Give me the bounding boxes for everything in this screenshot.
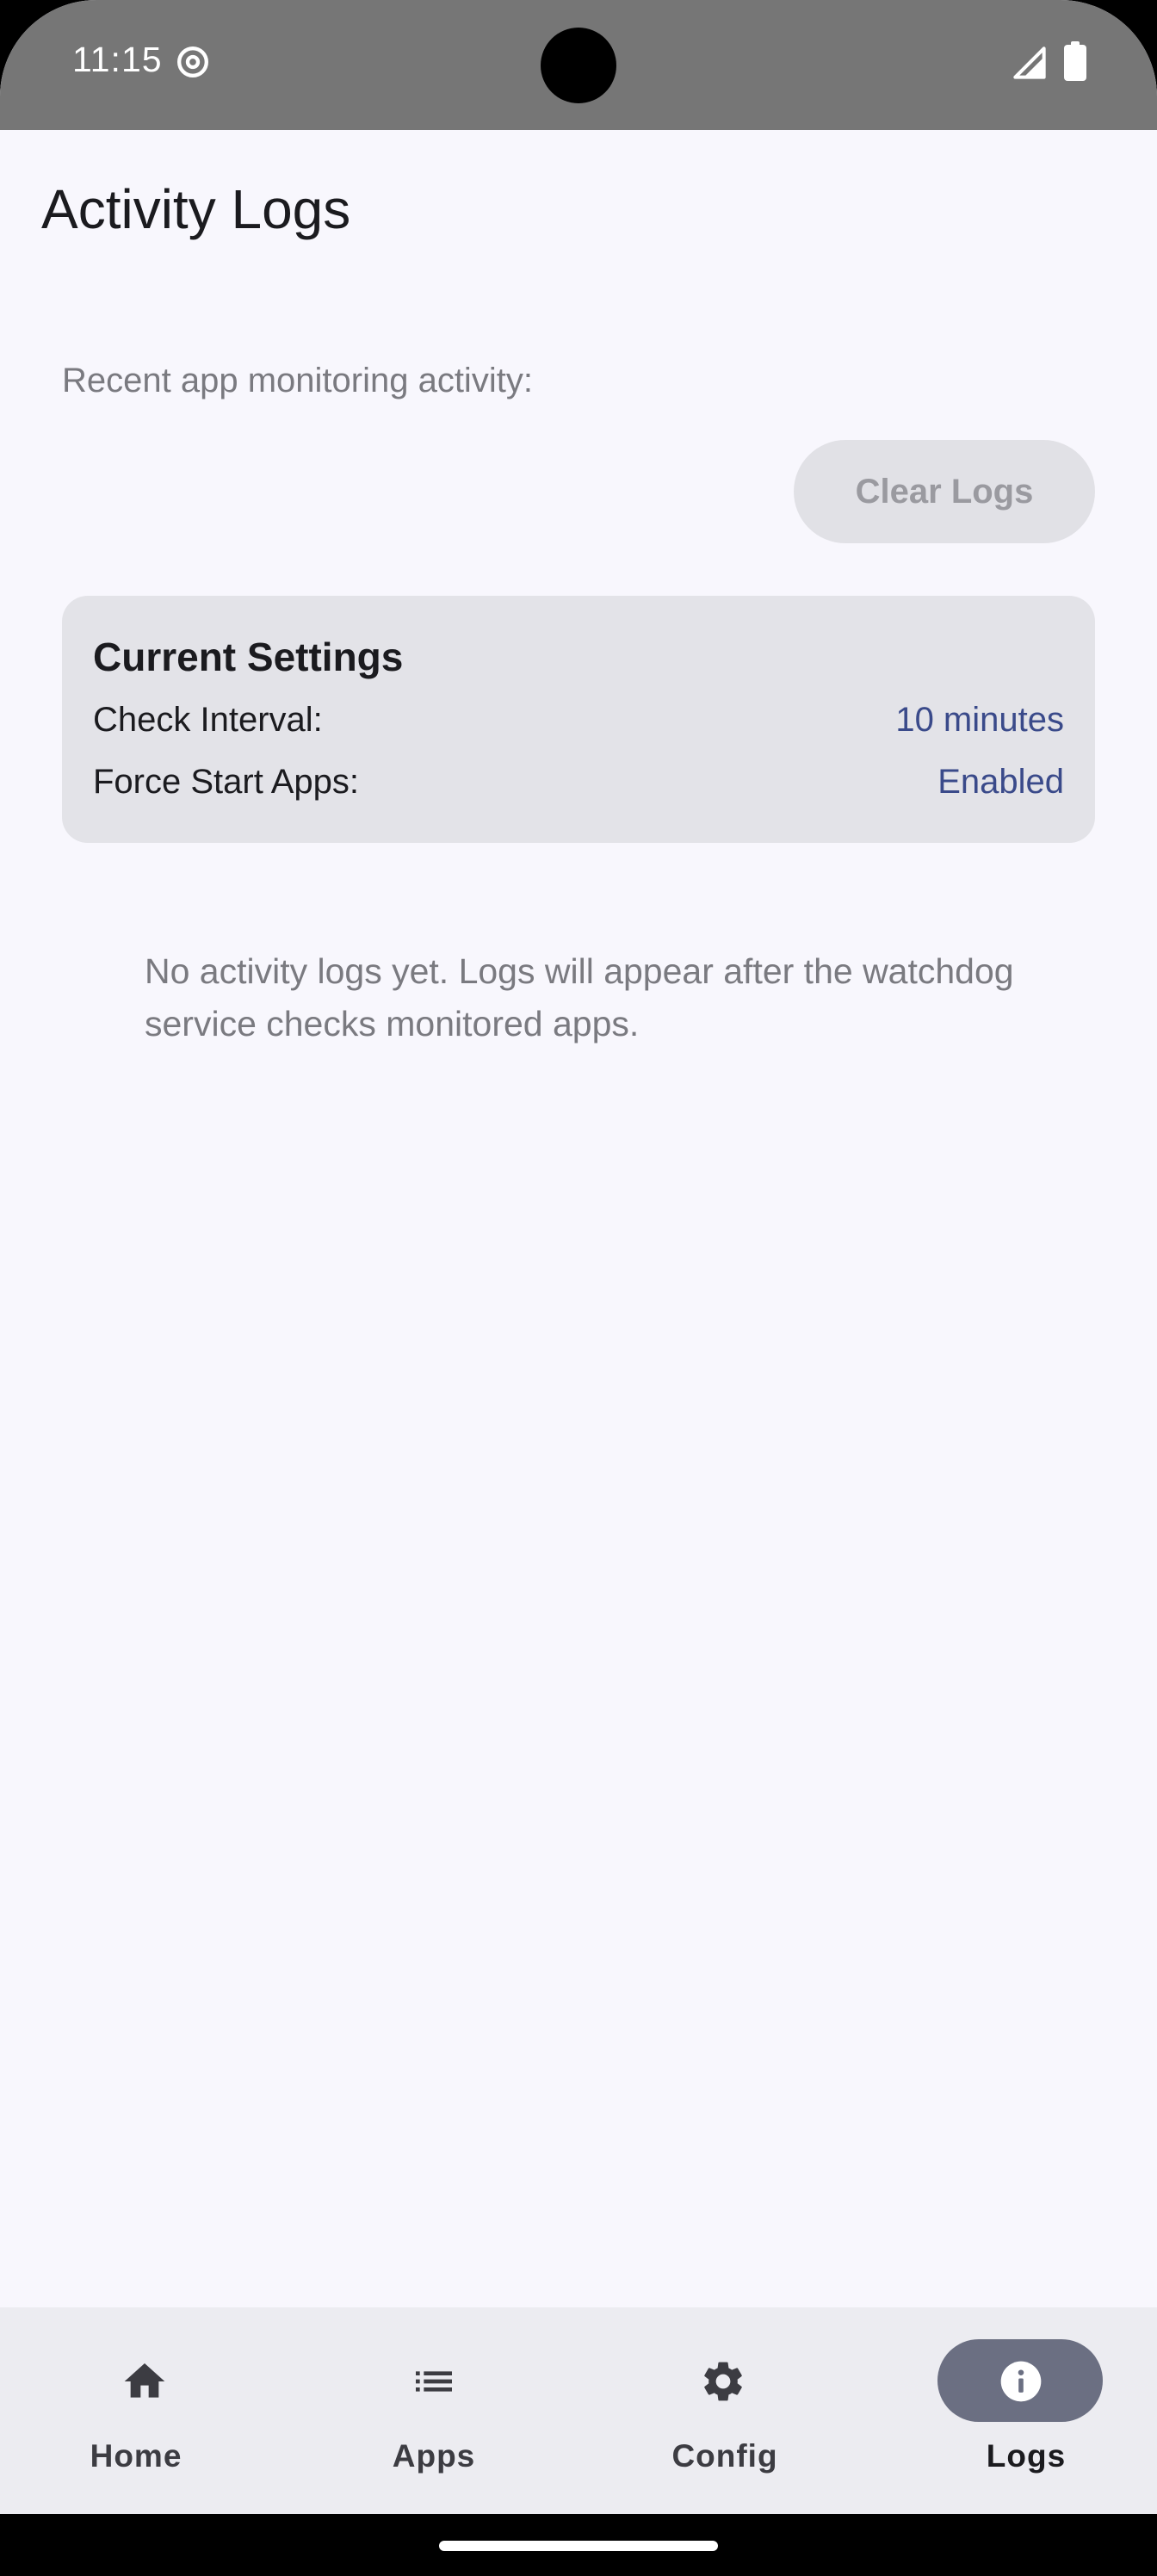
gear-icon xyxy=(704,2362,742,2401)
nav-item-apps[interactable]: Apps xyxy=(289,2307,578,2514)
force-start-apps-value: Enabled xyxy=(937,763,1064,801)
app-screen: 11:15 Activity Logs Recent app monitorin… xyxy=(0,0,1157,2514)
camera-cutout xyxy=(541,28,616,103)
signal-icon xyxy=(1013,46,1046,79)
check-interval-value: 10 minutes xyxy=(895,701,1064,739)
force-start-apps-row: Force Start Apps: Enabled xyxy=(93,763,1064,808)
nav-item-logs[interactable]: Logs xyxy=(868,2307,1157,2514)
nav-label-logs: Logs xyxy=(986,2438,1067,2474)
section-subtitle: Recent app monitoring activity: xyxy=(62,362,533,399)
gesture-navigation-handle[interactable] xyxy=(439,2541,718,2551)
check-interval-row: Check Interval: 10 minutes xyxy=(93,701,1064,746)
settings-card-title: Current Settings xyxy=(93,635,404,679)
nav-item-config[interactable]: Config xyxy=(578,2307,868,2514)
status-time: 11:15 xyxy=(72,40,163,79)
empty-logs-message: No activity logs yet. Logs will appear a… xyxy=(145,951,1014,1043)
info-icon xyxy=(1000,2361,1042,2402)
check-interval-label: Check Interval: xyxy=(93,701,323,739)
force-start-apps-label: Force Start Apps: xyxy=(93,763,360,801)
page-title: Activity Logs xyxy=(41,178,351,240)
at-sign-icon xyxy=(177,46,208,77)
nav-item-home[interactable]: Home xyxy=(0,2307,289,2514)
clear-logs-button[interactable]: Clear Logs xyxy=(794,440,1095,543)
home-icon xyxy=(124,2363,165,2398)
bottom-navigation: Home Apps Config Logs xyxy=(0,2307,1157,2514)
status-bar: 11:15 xyxy=(0,0,1157,130)
list-icon xyxy=(416,2371,452,2392)
current-settings-card: Current Settings Check Interval: 10 minu… xyxy=(62,596,1095,843)
battery-icon xyxy=(1064,41,1086,81)
